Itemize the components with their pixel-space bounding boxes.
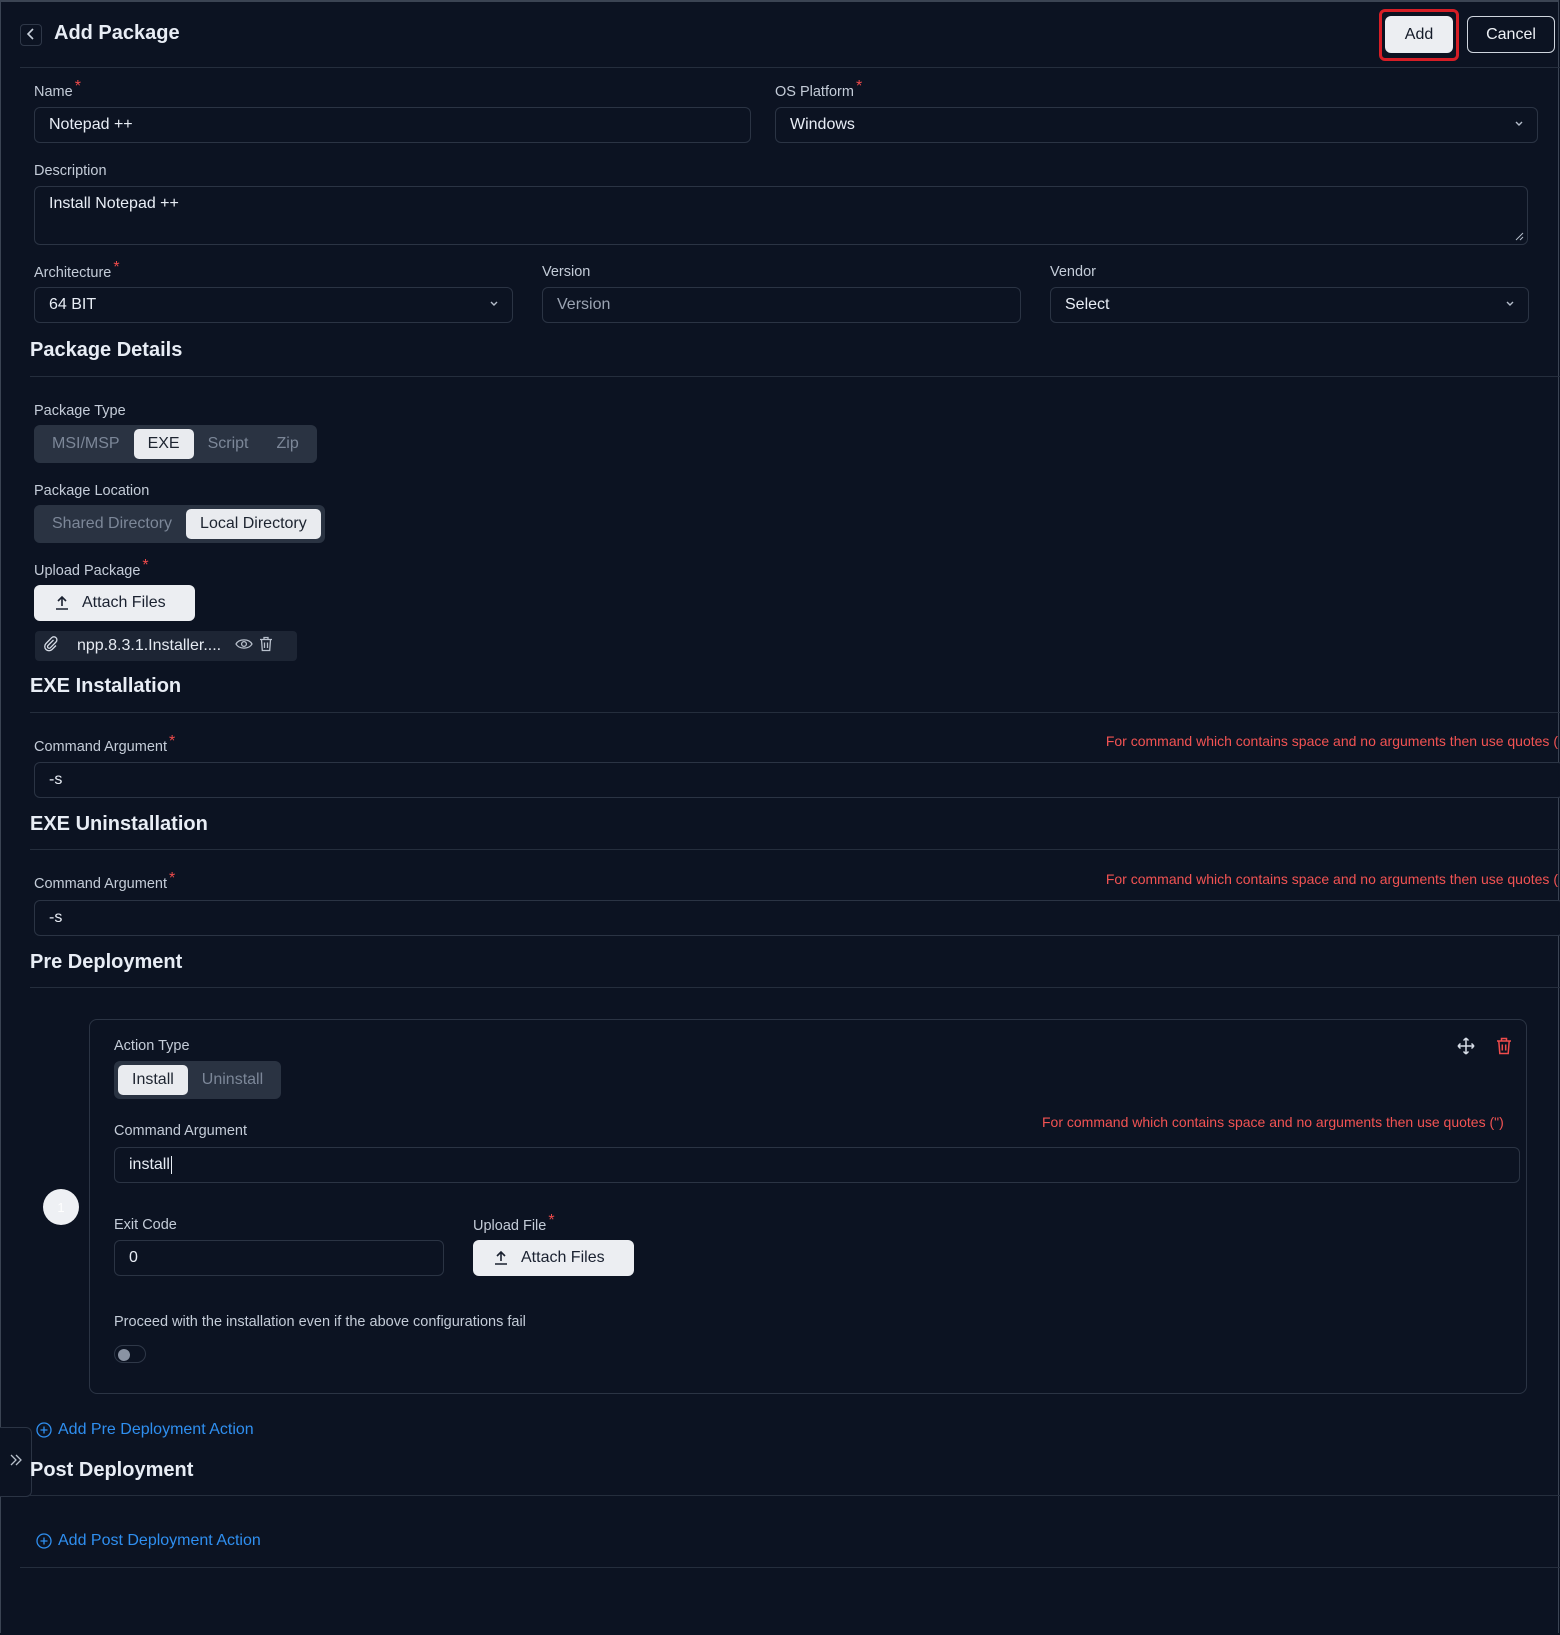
exe-uninstall-command-label: Command Argument * bbox=[34, 870, 176, 892]
add-button[interactable]: Add bbox=[1385, 16, 1453, 53]
name-input[interactable]: Notepad ++ bbox=[34, 107, 751, 143]
add-post-deployment-link[interactable]: Add Post Deployment Action bbox=[36, 1532, 261, 1550]
version-placeholder: Version bbox=[557, 296, 611, 313]
pre-attach-files-label: Attach Files bbox=[521, 1249, 605, 1266]
upload-package-label: Upload Package * bbox=[34, 557, 149, 579]
chevron-down-icon bbox=[488, 296, 500, 312]
sidebar-expand-toggle[interactable] bbox=[0, 1427, 32, 1497]
chevron-down-icon bbox=[1504, 296, 1516, 312]
architecture-select[interactable]: 64 BIT bbox=[34, 287, 513, 323]
description-textarea[interactable]: Install Notepad ++ bbox=[34, 186, 1528, 245]
pre-command-label: Command Argument bbox=[114, 1123, 247, 1139]
delete-action-icon[interactable] bbox=[1496, 1037, 1512, 1060]
step-number-badge: 1 bbox=[43, 1189, 79, 1225]
action-type-label: Action Type bbox=[114, 1038, 190, 1054]
double-chevron-right-icon bbox=[9, 1453, 23, 1472]
architecture-value: 64 BIT bbox=[49, 296, 97, 313]
upload-file-label: Upload File * bbox=[473, 1212, 555, 1234]
exe-installation-title: EXE Installation bbox=[30, 675, 182, 697]
section-divider bbox=[30, 712, 1560, 713]
vendor-label: Vendor bbox=[1050, 264, 1096, 280]
app-window: Add Package Add Cancel Name * Notepad ++ … bbox=[0, 0, 1560, 1635]
plus-circle-icon bbox=[36, 1422, 52, 1438]
package-type-segmented: MSI/MSP EXE Script Zip bbox=[34, 425, 317, 463]
package-type-option[interactable]: MSI/MSP bbox=[38, 429, 134, 459]
chevron-down-icon bbox=[1513, 116, 1525, 132]
uploaded-file-chip: npp.8.3.1.Installer.... bbox=[35, 631, 297, 661]
package-location-option-selected[interactable]: Local Directory bbox=[186, 509, 321, 539]
exit-code-input[interactable]: 0 bbox=[114, 1240, 444, 1276]
pre-attach-files-button[interactable]: Attach Files bbox=[473, 1240, 634, 1276]
exit-code-label: Exit Code bbox=[114, 1217, 177, 1233]
pre-command-input[interactable]: install bbox=[114, 1147, 1520, 1183]
architecture-label: Architecture * bbox=[34, 259, 120, 281]
section-divider bbox=[30, 987, 1560, 988]
vendor-select[interactable]: Select bbox=[1050, 287, 1529, 323]
cancel-button[interactable]: Cancel bbox=[1467, 16, 1555, 53]
section-divider bbox=[30, 376, 1560, 377]
action-type-option[interactable]: Uninstall bbox=[188, 1065, 277, 1095]
footer-divider bbox=[20, 1567, 1560, 1568]
add-pre-deployment-link[interactable]: Add Pre Deployment Action bbox=[36, 1421, 254, 1439]
exe-uninstall-hint: For command which contains space and no … bbox=[1105, 871, 1558, 887]
os-platform-select[interactable]: Windows bbox=[775, 107, 1538, 143]
action-type-option-selected[interactable]: Install bbox=[118, 1065, 188, 1095]
vendor-value: Select bbox=[1065, 296, 1110, 313]
exe-install-command-label: Command Argument * bbox=[34, 733, 176, 755]
pre-command-value: install bbox=[129, 1156, 170, 1173]
text-cursor bbox=[170, 1156, 172, 1174]
section-divider bbox=[30, 849, 1560, 850]
post-deployment-title: Post Deployment bbox=[30, 1459, 194, 1481]
package-location-label: Package Location bbox=[34, 483, 150, 499]
exe-uninstall-command-input[interactable]: -s bbox=[34, 900, 1560, 936]
name-label: Name * bbox=[34, 78, 81, 100]
package-location-option[interactable]: Shared Directory bbox=[38, 509, 186, 539]
page-title: Add Package bbox=[54, 22, 180, 44]
description-value: Install Notepad ++ bbox=[49, 195, 179, 212]
attach-files-button[interactable]: Attach Files bbox=[34, 585, 195, 621]
os-platform-value: Windows bbox=[790, 116, 855, 133]
version-label: Version bbox=[542, 264, 591, 280]
proceed-toggle[interactable] bbox=[114, 1345, 146, 1363]
add-pre-deployment-label: Add Pre Deployment Action bbox=[58, 1421, 254, 1438]
move-icon[interactable] bbox=[1457, 1037, 1475, 1060]
header-divider bbox=[20, 67, 1560, 68]
file-name: npp.8.3.1.Installer.... bbox=[77, 637, 222, 654]
attach-files-label: Attach Files bbox=[82, 594, 166, 611]
resize-grip-icon[interactable] bbox=[1515, 232, 1524, 241]
package-type-option-selected[interactable]: EXE bbox=[133, 429, 194, 459]
version-input[interactable]: Version bbox=[542, 287, 1021, 323]
proceed-text: Proceed with the installation even if th… bbox=[114, 1314, 526, 1330]
plus-circle-icon bbox=[36, 1533, 52, 1549]
trash-icon[interactable] bbox=[259, 636, 273, 657]
back-button[interactable] bbox=[20, 24, 42, 46]
package-details-title: Package Details bbox=[30, 339, 183, 361]
package-type-label: Package Type bbox=[34, 403, 126, 419]
upload-icon bbox=[495, 1250, 507, 1265]
eye-icon[interactable] bbox=[235, 637, 253, 656]
pre-deployment-title: Pre Deployment bbox=[30, 951, 183, 973]
chevron-left-icon bbox=[26, 27, 36, 43]
add-post-deployment-label: Add Post Deployment Action bbox=[58, 1532, 261, 1549]
exe-install-command-value: -s bbox=[49, 771, 63, 788]
package-type-option[interactable]: Zip bbox=[262, 429, 312, 459]
pre-command-hint: For command which contains space and no … bbox=[1042, 1114, 1504, 1130]
exit-code-value: 0 bbox=[129, 1249, 138, 1266]
exe-uninstall-command-value: -s bbox=[49, 909, 63, 926]
os-platform-label: OS Platform * bbox=[775, 78, 863, 100]
action-type-segmented: Install Uninstall bbox=[114, 1061, 282, 1099]
package-location-segmented: Shared Directory Local Directory bbox=[34, 505, 325, 543]
section-divider bbox=[30, 1495, 1560, 1496]
exe-install-command-input[interactable]: -s bbox=[34, 762, 1560, 798]
exe-install-hint: For command which contains space and no … bbox=[1105, 733, 1558, 749]
paperclip-icon bbox=[43, 635, 59, 657]
description-label: Description bbox=[34, 163, 107, 179]
name-input-value: Notepad ++ bbox=[49, 116, 133, 133]
pre-deployment-action-card bbox=[89, 1019, 1527, 1394]
package-type-option[interactable]: Script bbox=[194, 429, 263, 459]
upload-icon bbox=[56, 595, 68, 610]
exe-uninstallation-title: EXE Uninstallation bbox=[30, 813, 208, 835]
toggle-knob bbox=[118, 1349, 130, 1361]
